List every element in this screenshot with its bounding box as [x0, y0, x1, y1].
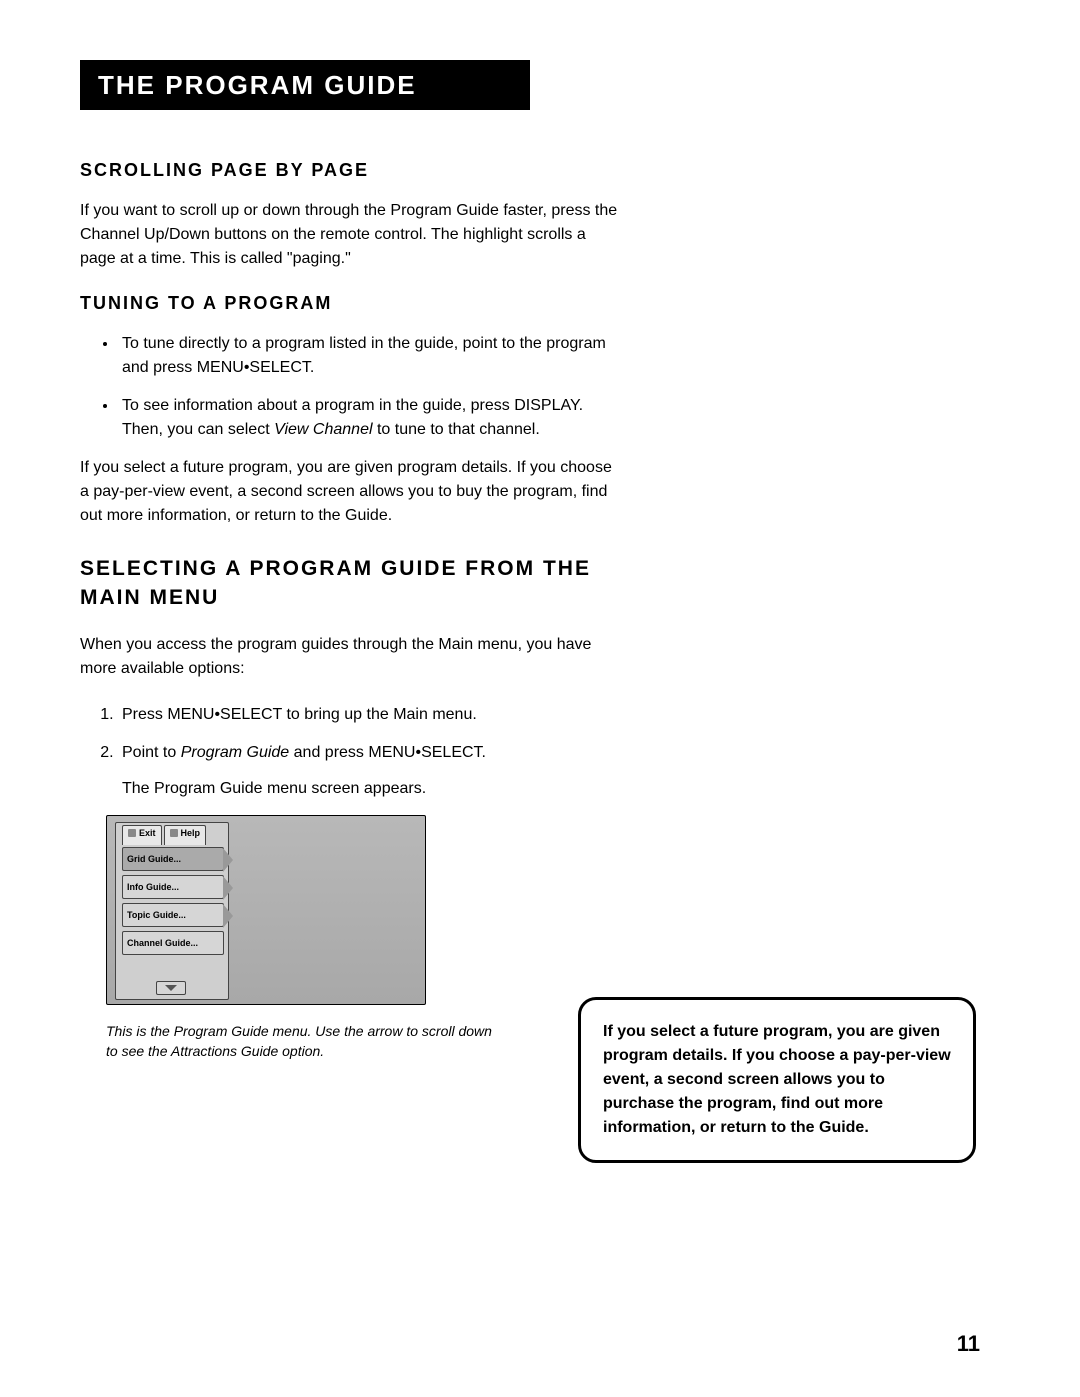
menu-panel: Exit Help Grid Guide... Info Guide... To… [115, 822, 229, 1000]
heading-tuning: Tuning to a Program [80, 293, 620, 314]
tuning-bullets: To tune directly to a program listed in … [80, 332, 620, 442]
figure-caption: This is the Program Guide menu. Use the … [106, 1021, 506, 1062]
program-guide-menu-screenshot: Exit Help Grid Guide... Info Guide... To… [106, 815, 426, 1005]
step-2: Point to Program Guide and press MENU•SE… [118, 741, 620, 801]
bullet-tune-direct: To tune directly to a program listed in … [118, 332, 620, 380]
main-content: Scrolling Page by Page If you want to sc… [80, 160, 620, 1061]
bullet-tune-info-ital: View Channel [274, 421, 372, 438]
tab-help[interactable]: Help [164, 825, 207, 845]
menu-tabs: Exit Help [122, 825, 206, 845]
callout-box: If you select a future program, you are … [578, 997, 976, 1163]
page-number: 11 [957, 1331, 980, 1357]
step-2b: and press MENU•SELECT. [289, 744, 486, 761]
menu-item-channel-guide[interactable]: Channel Guide... [122, 931, 224, 955]
step-2a: Point to [122, 744, 181, 761]
menu-items: Grid Guide... Info Guide... Topic Guide.… [122, 847, 224, 955]
para-tuning-note: If you select a future program, you are … [80, 456, 620, 528]
step-1: Press MENU•SELECT to bring up the Main m… [118, 703, 620, 727]
step-2-sub: The Program Guide menu screen appears. [122, 777, 620, 801]
menu-item-info-guide[interactable]: Info Guide... [122, 875, 224, 899]
bullet-tune-info: To see information about a program in th… [118, 394, 620, 442]
menu-item-grid-guide[interactable]: Grid Guide... [122, 847, 224, 871]
para-scrolling: If you want to scroll up or down through… [80, 199, 620, 271]
page-title-bar: The Program Guide [80, 60, 530, 110]
scroll-down-icon[interactable] [156, 981, 186, 995]
para-selecting-intro: When you access the program guides throu… [80, 633, 620, 681]
tab-exit[interactable]: Exit [122, 825, 162, 845]
menu-item-topic-guide[interactable]: Topic Guide... [122, 903, 224, 927]
heading-scrolling: Scrolling Page by Page [80, 160, 620, 181]
step-2-ital: Program Guide [181, 744, 290, 761]
bullet-tune-info-b: to tune to that channel. [373, 421, 540, 438]
selecting-steps: Press MENU•SELECT to bring up the Main m… [80, 703, 620, 801]
heading-selecting: Selecting a Program Guide from the Main … [80, 554, 620, 613]
